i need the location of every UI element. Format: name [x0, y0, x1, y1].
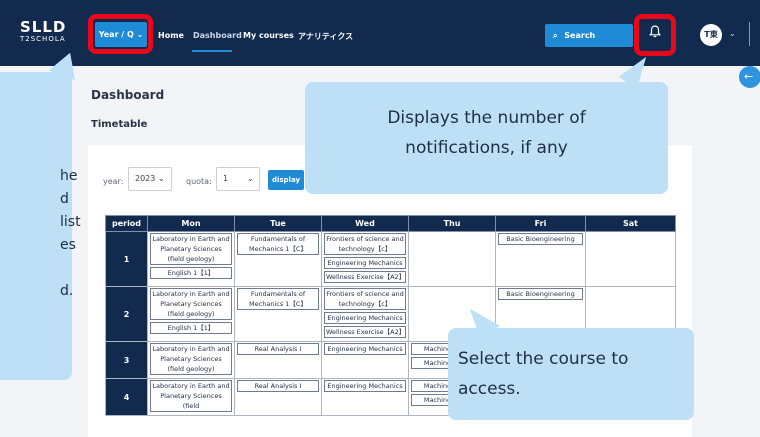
- nav-analytics[interactable]: アナリティクス: [298, 31, 353, 42]
- header-fri: Fri: [495, 215, 586, 232]
- course-link[interactable]: English 1【1】: [150, 322, 232, 334]
- callout-left-text: he d list es d.: [60, 165, 81, 303]
- course-link[interactable]: Frontiers of science and technology【c】: [324, 233, 406, 255]
- course-link[interactable]: Fundamentals of Mechanics 1【C】: [237, 233, 319, 255]
- course-link[interactable]: Frontiers of science and technology【c】: [324, 288, 406, 310]
- callout-line: access.: [458, 379, 521, 399]
- timetable-cell-wed: Engineering Mechanics: [321, 341, 409, 379]
- quota-label: quota:: [186, 177, 212, 186]
- search-icon: ⌕: [553, 31, 558, 40]
- callout-line: notifications, if any: [405, 138, 568, 158]
- period-number: 4: [105, 378, 148, 416]
- course-link[interactable]: Laboratory in Earth and Planetary Scienc…: [150, 288, 232, 320]
- t2schola-logo[interactable]: ꓢꓡꓡꓓ T2SCHOLA: [20, 20, 72, 46]
- nav-home[interactable]: Home: [158, 31, 184, 40]
- header-sat: Sat: [585, 215, 676, 232]
- header-thu: Thu: [408, 215, 496, 232]
- search-button[interactable]: ⌕ Search: [545, 24, 633, 47]
- period-number: 1: [105, 231, 148, 287]
- callout-select-course-text: Select the course to access.: [458, 344, 628, 404]
- course-link[interactable]: Laboratory in Earth and Planetary Scienc…: [150, 343, 232, 375]
- course-link[interactable]: Wellness Exercise【A2】: [324, 271, 406, 283]
- course-link[interactable]: Engineering Mechanics: [324, 257, 406, 269]
- nav-active-indicator: [192, 50, 232, 52]
- chevron-down-icon: ⌄: [247, 174, 254, 183]
- quota-value: 1: [223, 174, 229, 183]
- timetable-cell-mon: Laboratory in Earth and Planetary Scienc…: [147, 341, 235, 379]
- course-link[interactable]: Engineering Mechanics: [324, 380, 406, 392]
- course-link[interactable]: Laboratory in Earth and Planetary Scienc…: [150, 233, 232, 265]
- display-button[interactable]: display: [268, 170, 304, 190]
- nav-dashboard[interactable]: Dashboard: [193, 31, 242, 40]
- course-link[interactable]: English 1【1】: [150, 267, 232, 279]
- quota-select[interactable]: 1 ⌄: [216, 167, 260, 191]
- header-tue: Tue: [234, 215, 322, 232]
- timetable-cell-sat: [585, 231, 676, 287]
- timetable-cell-mon: Laboratory in Earth and Planetary Scienc…: [147, 378, 235, 416]
- highlight-year-quarter: [88, 14, 153, 54]
- course-link[interactable]: Real Analysis I: [237, 343, 319, 355]
- timetable-cell-wed: Frontiers of science and technology【c】 En…: [321, 231, 409, 287]
- timetable-cell-tue: Fundamentals of Mechanics 1【C】: [234, 286, 322, 342]
- callout-left-line: list: [60, 214, 81, 230]
- callout-left-line: d: [60, 191, 69, 207]
- callout-line: Displays the number of: [387, 108, 586, 128]
- user-avatar[interactable]: T東: [700, 24, 722, 46]
- course-link[interactable]: Laboratory in Earth and Planetary Scienc…: [150, 380, 232, 412]
- timetable-cell-thu: [408, 231, 496, 287]
- timetable-row: 1 Laboratory in Earth and Planetary Scien…: [105, 231, 676, 287]
- header-wed: Wed: [321, 215, 409, 232]
- timetable-cell-wed: Frontiers of science and technology【c】 En…: [321, 286, 409, 342]
- period-number: 2: [105, 286, 148, 342]
- course-link[interactable]: Basic Bioengineering: [498, 288, 583, 300]
- course-link[interactable]: Real Analysis I: [237, 380, 319, 392]
- course-link[interactable]: Wellness Exercise【A2】: [324, 326, 406, 338]
- timetable-header-row: period Mon Tue Wed Thu Fri Sat: [105, 215, 676, 232]
- chevron-down-icon[interactable]: ⌄: [729, 29, 736, 38]
- timetable-cell-tue: Fundamentals of Mechanics 1【C】: [234, 231, 322, 287]
- nav-my-courses[interactable]: My courses: [243, 31, 294, 40]
- timetable-cell-fri: Basic Bioengineering: [495, 231, 586, 287]
- search-label: Search: [564, 31, 596, 40]
- drawer-toggle-arrow-icon[interactable]: ←: [739, 66, 760, 88]
- course-link[interactable]: Engineering Mechanics: [324, 343, 406, 355]
- timetable-cell-tue: Real Analysis I: [234, 378, 322, 416]
- header-mon: Mon: [147, 215, 235, 232]
- logo-subtitle: T2SCHOLA: [20, 35, 66, 43]
- divider: [749, 22, 750, 46]
- timetable-cell-mon: Laboratory in Earth and Planetary Scienc…: [147, 286, 235, 342]
- page-title: Dashboard: [91, 88, 165, 102]
- callout-left-line: d.: [60, 283, 74, 299]
- timetable-cell-tue: Real Analysis I: [234, 341, 322, 379]
- year-label: year:: [103, 177, 124, 186]
- course-link[interactable]: Basic Bioengineering: [498, 233, 583, 245]
- period-number: 3: [105, 341, 148, 379]
- logo-mark: ꓢꓡꓡꓓ: [20, 18, 67, 36]
- callout-line: Select the course to: [458, 349, 629, 369]
- timetable-cell-mon: Laboratory in Earth and Planetary Scienc…: [147, 231, 235, 287]
- timetable-cell-wed: Engineering Mechanics: [321, 378, 409, 416]
- callout-notifications-text: Displays the number of notifications, if…: [305, 103, 668, 163]
- year-select[interactable]: 2023 ⌄: [128, 167, 172, 191]
- highlight-notifications: [634, 14, 676, 56]
- header-period: period: [105, 215, 148, 232]
- callout-left-line: es: [60, 237, 76, 253]
- course-link[interactable]: Fundamentals of Mechanics 1【C】: [237, 288, 319, 310]
- timetable-heading: Timetable: [91, 119, 148, 130]
- callout-left-line: he: [60, 168, 78, 184]
- course-link[interactable]: Engineering Mechanics: [324, 312, 406, 324]
